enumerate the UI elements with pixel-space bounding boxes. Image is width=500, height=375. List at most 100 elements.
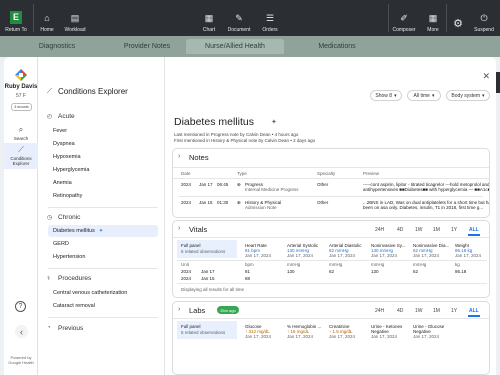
help-icon[interactable]: ? (15, 301, 26, 312)
value-cell: 81 (245, 269, 251, 274)
value-cell: 62 (413, 269, 419, 274)
nav-divider (48, 317, 158, 318)
range-24h[interactable]: 24H (375, 308, 384, 314)
nav-item-hypoxemia[interactable]: Hypoxemia (48, 151, 158, 163)
range-1w[interactable]: 1W (415, 308, 423, 314)
range-4d[interactable]: 4D (397, 308, 403, 314)
more-button[interactable]: ▦ More (423, 3, 443, 34)
card-divider (173, 167, 489, 168)
collapse-icon[interactable]: ‹ (15, 325, 28, 338)
col-preview: Preview (363, 171, 380, 176)
settings-button[interactable]: ⚙ (451, 3, 465, 33)
group-by-dropdown[interactable]: Body system ▾ (446, 90, 490, 101)
lab-date: Jan 17, 2024 (413, 334, 440, 339)
card-divider (173, 237, 489, 238)
suspend-button[interactable]: ⏻ Suspend (470, 3, 498, 34)
nav-item-retinopathy[interactable]: Retinopathy (48, 190, 158, 202)
time-range-dropdown[interactable]: All time ▾ (407, 90, 441, 101)
patient-records-badge[interactable]: 3 records (11, 103, 32, 111)
chevron-down-icon: ▾ (482, 92, 485, 99)
sparkle-icon: ✦ (98, 228, 104, 234)
row-year: 2024 (181, 269, 192, 274)
notes-card: › Notes Date Type Specialty Preview 2024… (172, 148, 490, 218)
chart-button[interactable]: ▦ Chart (199, 3, 219, 34)
value-cell: 86.18 (455, 269, 467, 274)
previous-icon: ◔ (47, 325, 51, 331)
chevron-right-icon[interactable]: › (178, 153, 180, 160)
card-divider (173, 178, 489, 179)
condition-title: Diabetes mellitus (174, 116, 254, 128)
unit-cell: mmHg (413, 262, 427, 267)
acute-icon: ◴ (47, 114, 53, 120)
range-1m[interactable]: 1M (433, 308, 440, 314)
chevron-right-icon[interactable]: › (178, 306, 180, 313)
chevron-right-icon[interactable]: › (178, 225, 180, 232)
row-year: 2024 (181, 182, 192, 187)
lab-date: Jan 17, 2024 (245, 334, 272, 339)
nav-item-hypertension[interactable]: Hypertension (48, 251, 158, 263)
sparkle-icon: ✦ (271, 119, 277, 126)
section-chronic: Chronic (58, 214, 81, 221)
close-icon[interactable]: ✕ (482, 71, 490, 82)
vitals-footer: Displaying all results for all time (181, 287, 245, 292)
rail-conditions-explorer[interactable]: ⟋ Conditions Explorer (4, 143, 38, 169)
row-preview-line2: been on asa only. Diabetes, insulin, T1 … (363, 205, 484, 210)
row-year: 2024 (181, 276, 192, 281)
rail-search[interactable]: ⌕ Search (4, 125, 38, 141)
section-procedures: Procedures (58, 275, 92, 282)
nav-item-hyperglycemia[interactable]: Hyperglycemia (48, 164, 158, 176)
row-type-sub: Admission Note (245, 205, 277, 210)
range-1m[interactable]: 1M (433, 227, 440, 233)
composer-label: Composer (392, 27, 416, 33)
lab-date: Jan 17, 2024 (371, 334, 398, 339)
rail-search-label: Search (13, 136, 29, 141)
range-1y[interactable]: 1Y (451, 227, 457, 233)
row-divider (177, 260, 487, 261)
home-icon: ⌂ (44, 13, 50, 23)
workload-button[interactable]: ▤ Workload (63, 3, 87, 34)
patient-demographics: 57 F (15, 93, 26, 99)
nav-item-diabetes-mellitus[interactable]: Diabetes mellitus ✦ (48, 225, 158, 237)
range-all[interactable]: ALL (469, 227, 479, 233)
rail-explorer-label: Conditions Explorer (10, 156, 32, 166)
nav-item-gerd[interactable]: GERD (48, 238, 158, 250)
row-specialty: Other (317, 200, 329, 205)
procedures-icon: ⚕ (47, 276, 51, 282)
nav-divider (48, 268, 158, 269)
chronic-icon: ◷ (47, 215, 53, 221)
range-all[interactable]: ALL (469, 308, 479, 314)
lab-date: Jan 17, 2024 (287, 334, 314, 339)
range-24h[interactable]: 24H (375, 227, 384, 233)
range-1w[interactable]: 1W (415, 227, 423, 233)
tab-nurse-allied-health[interactable]: Nurse/Allied Health (186, 39, 284, 54)
vitals-title: Vitals (189, 225, 208, 234)
nav-item-dyspnea[interactable]: Dyspnea (48, 138, 158, 150)
orders-button[interactable]: ☰ Orders (260, 3, 280, 34)
vital-date: Jan 17, 2024 (287, 253, 314, 258)
tab-medications[interactable]: Medications (300, 39, 374, 54)
tab-provider-notes[interactable]: Provider Notes (110, 39, 184, 54)
nav-item-central-venous-catheterization[interactable]: Central venous catheterization (48, 287, 158, 299)
row-time: 01:30 (217, 200, 229, 205)
panel-sub: 6 related observations (181, 249, 226, 254)
range-4d[interactable]: 4D (397, 227, 403, 233)
tab-diagnostics[interactable]: Diagnostics (20, 39, 94, 54)
patient-name: Ruby Davis (4, 84, 38, 90)
nav-item-label: Diabetes mellitus (53, 228, 95, 234)
show-count-dropdown[interactable]: Show 8 ▾ (370, 90, 402, 101)
composer-button[interactable]: ✐ Composer (392, 3, 416, 34)
return-button[interactable]: E Return To (2, 3, 30, 33)
nav-item-anemia[interactable]: Anemia (48, 177, 158, 189)
home-button[interactable]: ⌂ Home (37, 3, 57, 34)
note-icon: ⊕ (237, 182, 241, 187)
time-range-value: All time (413, 92, 430, 99)
card-divider (173, 318, 489, 319)
return-icon: E (10, 11, 22, 24)
range-1y[interactable]: 1Y (451, 308, 457, 314)
nav-item-cataract-removal[interactable]: Cataract removal (48, 300, 158, 312)
nav-item-fever[interactable]: Fever (48, 125, 158, 137)
top-toolbar: E Return To ⌂ Home ▤ Workload ▦ Chart ✎ … (0, 0, 500, 36)
document-button[interactable]: ✎ Document (226, 3, 252, 34)
document-icon: ✎ (235, 13, 243, 23)
vital-date: Jan 17, 2024 (455, 253, 482, 258)
